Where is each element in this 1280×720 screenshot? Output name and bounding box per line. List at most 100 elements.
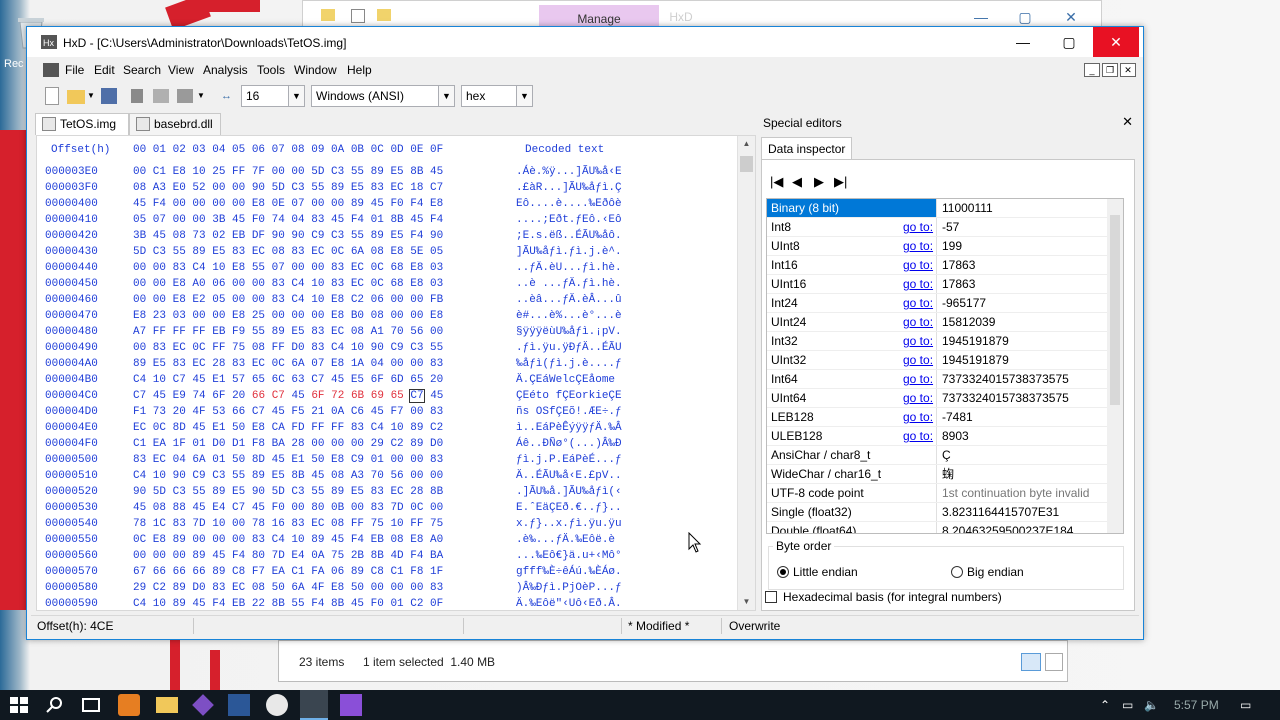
hex-row[interactable]: 000004C0 C7 45 E9 74 6F 20 66 C7 45 6F 72…: [37, 389, 737, 406]
save-icon[interactable]: [101, 88, 117, 104]
row-bytes[interactable]: 00 00 E8 E2 05 00 00 83 C4 10 E8 C2 06 0…: [133, 294, 443, 306]
row-bytes[interactable]: 67 66 66 66 89 C8 F7 EA C1 FA 06 89 C8 C…: [133, 566, 443, 578]
inspector-scrollbar[interactable]: [1107, 199, 1123, 533]
inspector-row[interactable]: LEB128 go to: -7481: [767, 408, 1109, 427]
inspector-row[interactable]: Single (float32) 3.8231164415707E31: [767, 503, 1109, 522]
chrome-icon[interactable]: [266, 694, 288, 716]
inspector-value[interactable]: -7481: [942, 408, 973, 426]
hex-basis-checkbox[interactable]: Hexadecimal basis (for integral numbers): [765, 590, 1002, 604]
row-decoded-text[interactable]: )Â‰Ðƒì.PjOèP...ƒ: [516, 582, 622, 594]
network-icon[interactable]: ▭: [1122, 698, 1133, 712]
row-decoded-text[interactable]: ÇEéto fÇEorkieÇE: [516, 390, 622, 402]
row-bytes[interactable]: 00 C1 E8 10 25 FF 7F 00 00 5D C3 55 89 E…: [133, 166, 443, 178]
row-decoded-text[interactable]: è#...è%...è°...è: [516, 310, 622, 322]
row-decoded-text[interactable]: .è‰...ƒÄ.‰Eôë.è: [516, 534, 622, 546]
row-decoded-text[interactable]: .]ÃU‰å.]ÃU‰åƒì(‹: [516, 486, 622, 498]
maximize-button[interactable]: ▢: [1046, 27, 1092, 57]
inspector-value[interactable]: -965177: [942, 294, 986, 312]
file-explorer-icon[interactable]: [156, 697, 178, 713]
inspector-row[interactable]: ULEB128 go to: 8903: [767, 427, 1109, 446]
open-dropdown-icon[interactable]: ▼: [87, 87, 95, 105]
hex-row[interactable]: 000004D0 F1 73 20 4F 53 66 C7 45 F5 21 0A…: [37, 406, 737, 422]
goto-link[interactable]: go to:: [903, 256, 933, 274]
little-endian-radio[interactable]: Little endian: [777, 565, 858, 579]
inspector-row[interactable]: WideChar / char16_t 䗇: [767, 465, 1109, 484]
row-bytes[interactable]: 00 83 EC 0C FF 75 08 FF D0 83 C4 10 90 C…: [133, 342, 443, 354]
row-bytes[interactable]: 08 A3 E0 52 00 00 90 5D C3 55 89 E5 83 E…: [133, 182, 443, 194]
tab-tetos-img[interactable]: TetOS.img: [35, 113, 129, 135]
scrollbar-thumb[interactable]: [740, 156, 753, 172]
inspector-value[interactable]: 1st continuation byte invalid: [942, 484, 1089, 502]
inspector-row[interactable]: Binary (8 bit) 11000111: [767, 199, 1109, 218]
goto-link[interactable]: go to:: [903, 332, 933, 350]
row-bytes[interactable]: 00 00 83 C4 10 E8 55 07 00 00 83 EC 0C 6…: [133, 262, 443, 274]
menu-edit[interactable]: Edit: [94, 63, 115, 77]
inspector-value[interactable]: 7373324015738373575: [942, 389, 1069, 407]
hex-row[interactable]: 00000570 67 66 66 66 89 C8 F7 EA C1 FA 06…: [37, 566, 737, 582]
hex-row[interactable]: 00000450 00 00 E8 A0 06 00 00 83 C4 10 83…: [37, 278, 737, 294]
hex-vertical-scrollbar[interactable]: ▲ ▼: [737, 136, 755, 610]
menu-window[interactable]: Window: [294, 63, 337, 77]
print-dropdown-icon[interactable]: ▼: [197, 87, 205, 105]
row-bytes[interactable]: F1 73 20 4F 53 66 C7 45 F5 21 0A C6 45 F…: [133, 406, 443, 418]
task-view-icon[interactable]: [80, 694, 102, 716]
hex-row[interactable]: 00000420 3B 45 08 73 02 EB DF 90 90 C9 C3…: [37, 230, 737, 246]
tab-data-inspector[interactable]: Data inspector: [761, 137, 853, 159]
goto-link[interactable]: go to:: [903, 351, 933, 369]
hex-row[interactable]: 000004F0 C1 EA 1F 01 D0 D1 F8 BA 28 00 00…: [37, 438, 737, 454]
hex-byte[interactable]: 6F: [311, 390, 324, 402]
search-icon[interactable]: [44, 694, 66, 716]
scrollbar-thumb[interactable]: [1110, 215, 1120, 405]
inspector-value[interactable]: 199: [942, 237, 962, 255]
hex-row[interactable]: 000004B0 C4 10 C7 45 E1 57 65 6C 63 C7 45…: [37, 374, 737, 390]
hex-row[interactable]: 00000590 C4 10 89 45 F4 EB 22 8B 55 F4 8B…: [37, 598, 737, 614]
mdi-restore-button[interactable]: ❐: [1102, 63, 1118, 77]
row-decoded-text[interactable]: ...‰Eô€}ä.u+‹Mô°: [516, 550, 622, 562]
big-endian-radio[interactable]: Big endian: [951, 565, 1024, 579]
new-folder-icon[interactable]: [377, 9, 391, 21]
row-bytes[interactable]: 29 C2 89 D0 83 EC 08 50 6A 4F E8 50 00 0…: [133, 582, 443, 594]
status-mode[interactable]: Overwrite: [729, 619, 780, 633]
menu-tools[interactable]: Tools: [257, 63, 285, 77]
inspector-value[interactable]: -57: [942, 218, 959, 236]
row-bytes[interactable]: 0C E8 89 00 00 00 83 C4 10 89 45 F4 EB 0…: [133, 534, 443, 546]
hex-row[interactable]: 00000560 00 00 00 89 45 F4 80 7D E4 0A 75…: [37, 550, 737, 566]
hex-byte[interactable]: 45: [153, 390, 166, 402]
inspector-row[interactable]: Int64 go to: 7373324015738373575: [767, 370, 1109, 389]
hxd-taskbar-icon[interactable]: [300, 690, 328, 720]
inspector-row[interactable]: UTF-8 code point 1st continuation byte in…: [767, 484, 1109, 503]
folder-icon[interactable]: [321, 9, 335, 21]
inspector-value[interactable]: 8903: [942, 427, 969, 445]
row-bytes[interactable]: 45 08 88 45 E4 C7 45 F0 00 80 0B 00 83 7…: [133, 502, 443, 514]
hex-row[interactable]: 000003E0 00 C1 E8 10 25 FF 7F 00 00 5D C3…: [37, 166, 737, 182]
row-decoded-text[interactable]: Ä.ÇEáWelcÇEåome: [516, 374, 622, 386]
hex-byte[interactable]: 6B: [351, 390, 364, 402]
inspector-value[interactable]: 1945191879: [942, 351, 1009, 369]
open-folder-icon[interactable]: [67, 90, 85, 104]
inspector-value[interactable]: 17863: [942, 275, 975, 293]
visual-studio-purple-icon[interactable]: [340, 694, 362, 716]
inspector-row[interactable]: UInt64 go to: 7373324015738373575: [767, 389, 1109, 408]
inspector-row[interactable]: Int8 go to: -57: [767, 218, 1109, 237]
hex-row[interactable]: 00000480 A7 FF FF FF EB F9 55 89 E5 83 EC…: [37, 326, 737, 342]
row-decoded-text[interactable]: Eô....è....‰Eðôè: [516, 198, 622, 210]
hex-row[interactable]: 00000530 45 08 88 45 E4 C7 45 F0 00 80 0B…: [37, 502, 737, 518]
hex-row[interactable]: 00000430 5D C3 55 89 E5 83 EC 08 83 EC 0C…: [37, 246, 737, 262]
properties-icon[interactable]: [351, 9, 365, 23]
new-file-icon[interactable]: [45, 87, 59, 105]
row-bytes[interactable]: C4 10 89 45 F4 EB 22 8B 55 F4 8B 45 F0 0…: [133, 598, 443, 610]
row-decoded-text[interactable]: ..è ...ƒÄ.ƒì.hè.: [516, 278, 622, 290]
inspector-value[interactable]: 15812039: [942, 313, 995, 331]
menu-help[interactable]: Help: [347, 63, 372, 77]
hex-row[interactable]: 00000540 78 1C 83 7D 10 00 78 16 83 EC 08…: [37, 518, 737, 534]
row-bytes[interactable]: 00 00 E8 A0 06 00 00 83 C4 10 83 EC 0C 6…: [133, 278, 443, 290]
scroll-up-arrow[interactable]: ▲: [738, 136, 755, 152]
fox-app-icon[interactable]: [118, 694, 140, 716]
inspector-value[interactable]: 1945191879: [942, 332, 1009, 350]
hex-byte[interactable]: 69: [371, 390, 384, 402]
large-icons-view-icon[interactable]: [1045, 653, 1063, 671]
hex-byte[interactable]: C7: [409, 389, 425, 403]
volume-icon[interactable]: 🔈: [1144, 698, 1159, 712]
row-decoded-text[interactable]: §ÿÿÿëùU‰åƒì.¡pV.: [516, 326, 622, 338]
row-decoded-text[interactable]: ]ÃU‰åƒì.ƒì.j.è^.: [516, 246, 622, 258]
